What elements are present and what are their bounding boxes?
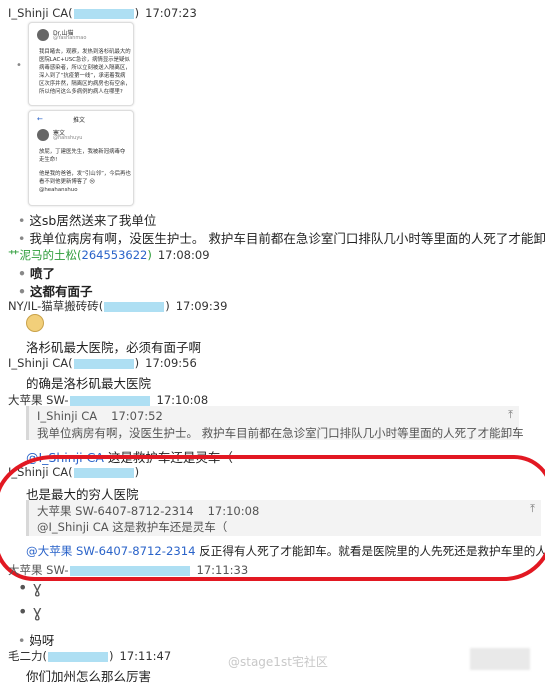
emoji-sticker-icon [26, 314, 44, 332]
pin-icon[interactable]: ⤒ [508, 408, 513, 422]
message-text: 我单位病房有啊，没医生护士。 救护车目前都在急诊室门口排队几小时等里面的人死了才… [18, 228, 545, 247]
message-sender: 毛二力() 17:11:47 [8, 649, 172, 663]
card-header: 推文 [73, 117, 86, 124]
message-sender: I_Shinji CA() 17:07:23 [8, 6, 197, 20]
message-sender: NY/IL-猫草搬砖砖() 17:09:39 [8, 299, 228, 313]
card-handle: @Yashanmao [53, 35, 87, 41]
image-card-tweet[interactable]: ← 推文 寒文 @hanshuyu 放屁，丁建医先生，我被新冠病毒夺 走生命! … [28, 110, 134, 206]
quote-text: 我单位病房有啊，没医生护士。 救护车目前都在急诊室门口排队几小时等里面的人死了才… [37, 426, 524, 440]
bullet-icon: • [16, 60, 22, 71]
quoted-message[interactable]: I_Shinji CA 17:07:52 我单位病房有啊，没医生护士。 救护车目前… [26, 406, 524, 440]
card-handle: @hanshuyu [53, 135, 83, 141]
card-line: 我目睹去，观察，发热到洛杉矶最大的 [39, 49, 131, 55]
image-card-weibo-post[interactable]: Dr.山猫 @Yashanmao 我目睹去，观察，发热到洛杉矶最大的 医院LAC… [28, 22, 134, 106]
masked-id [73, 8, 134, 19]
blurred-region [470, 648, 530, 670]
sticker-icon: • ɣ [18, 602, 43, 621]
avatar [37, 29, 49, 41]
card-line: 看不到他更新博客了 😢 [39, 179, 95, 185]
card-line: 他是我的爸爸，发“引山邻”，今后再也 [39, 171, 131, 177]
card-line: 走生命! [39, 157, 58, 163]
message-text: 这sb居然送来了我单位 [18, 210, 156, 229]
avatar [37, 129, 49, 141]
message-sender: 大苹果 SW- 17:11:33 [8, 563, 249, 577]
watermark: @stage1st宅社区 [228, 655, 328, 669]
back-arrow-icon: ← [37, 115, 43, 123]
quote-sender: I_Shinji CA 17:07:52 [37, 409, 163, 423]
sticker-icon: • ɣ [18, 578, 43, 597]
card-line: 区次序井然，隔离区的病房也有空余， [39, 81, 131, 87]
card-line: 病毒感染者，所以立刻被送入隔离区， [39, 65, 131, 71]
message-text: 喷了 [18, 263, 55, 282]
message-text: 你们加州怎么那么厉害 [26, 669, 152, 684]
message-text: 妈呀 [18, 630, 54, 649]
message-sender: I_Shinji CA() 17:09:56 [8, 356, 197, 370]
card-line: 放屁，丁建医先生，我被新冠病毒夺 [39, 149, 126, 155]
message-sender: 艹泥马的土松(264553622) 17:08:09 [8, 248, 210, 262]
card-line: 所以他问这么多病例的病人在哪里? [39, 89, 123, 95]
user-id-link[interactable]: 264553622 [82, 248, 148, 262]
message-text: 洛杉矶最大医院，必须有面子啊 [26, 340, 202, 355]
card-line: @heahanshuo [39, 187, 78, 193]
card-line: 医院LAC+USC急诊，病情显示是疑似 [39, 57, 130, 63]
card-line: 深入到了“抗疫第一线”，承诺着我病 [39, 73, 126, 79]
message-text: 的确是洛杉矶最大医院 [26, 376, 152, 391]
